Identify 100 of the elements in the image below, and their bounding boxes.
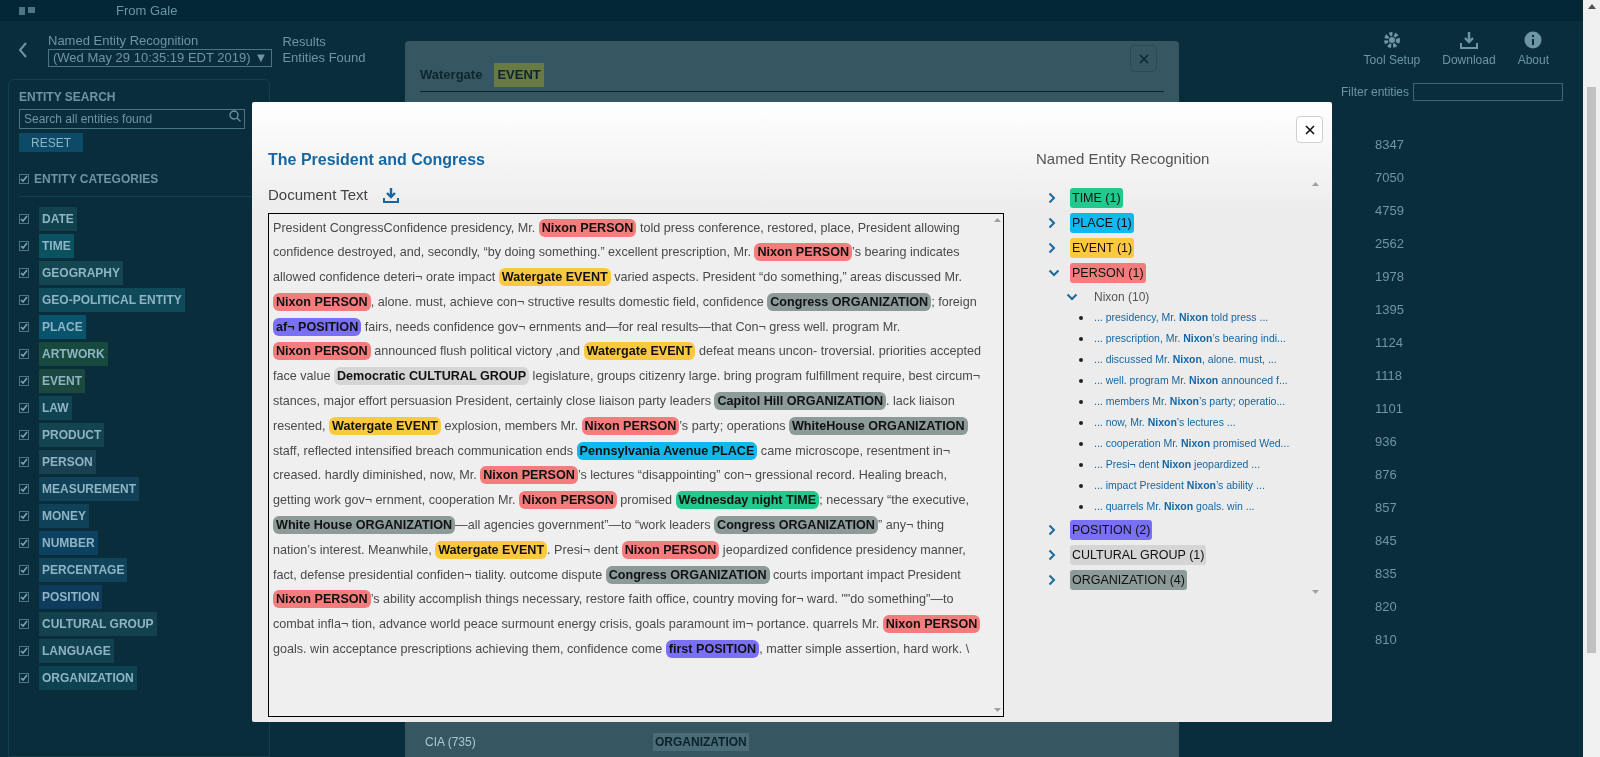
entity-tag[interactable]: Wednesday night TIME xyxy=(675,491,820,510)
category-tag[interactable]: POSITION (2) xyxy=(1070,519,1153,541)
entity-tag[interactable]: Nixon PERSON xyxy=(581,416,680,435)
entity-tag[interactable]: Watergate EVENT xyxy=(583,342,696,361)
checkbox[interactable] xyxy=(19,348,29,359)
toolbar-button[interactable]: About xyxy=(1517,31,1549,69)
checkbox[interactable] xyxy=(19,591,29,602)
chevron-down-icon[interactable] xyxy=(1066,292,1078,301)
entity-tag[interactable]: Nixon PERSON xyxy=(273,292,371,311)
scrollbar-thumb[interactable] xyxy=(1587,87,1596,653)
entity-name[interactable]: Nixon (10) xyxy=(1094,287,1150,306)
context-snippet[interactable]: ... members Mr. Nixon’s party; operatio... xyxy=(1094,394,1286,410)
category-label[interactable]: PERSON xyxy=(39,449,96,474)
checkbox[interactable] xyxy=(19,618,29,629)
entity-link[interactable]: CIA (735) xyxy=(425,733,653,751)
category-label[interactable]: MONEY xyxy=(39,503,89,528)
entity-tag[interactable]: Nixon PERSON xyxy=(882,615,981,634)
search-field[interactable]: Search all entities found xyxy=(19,109,245,129)
category-tag[interactable]: PLACE (1) xyxy=(1070,212,1134,234)
entity-tag[interactable]: Watergate EVENT xyxy=(435,540,548,559)
entity-tag[interactable]: Nixon PERSON xyxy=(621,540,720,559)
context-snippet[interactable]: ... Presi¬ dent Nixon jeopardized ... xyxy=(1094,457,1261,473)
category-tag[interactable]: TIME (1) xyxy=(1070,187,1123,209)
category-tag[interactable]: ORGANIZATION (4) xyxy=(1070,569,1187,591)
context-snippet[interactable]: ... discussed Mr. Nixon, alone. must, ... xyxy=(1094,352,1277,368)
date-select[interactable]: (Wed May 29 10:35:19 EDT 2019) ▼ xyxy=(48,49,273,67)
category-label[interactable]: GEO-POLITICAL ENTITY xyxy=(39,287,185,312)
checkbox[interactable] xyxy=(19,174,29,184)
entity-tag[interactable]: Congress ORGANIZATION xyxy=(714,516,878,535)
category-tag[interactable]: CULTURAL GROUP (1) xyxy=(1070,544,1207,566)
entity-tag[interactable]: Democratic CULTURAL GROUP xyxy=(333,367,530,386)
category-label[interactable]: PLACE xyxy=(39,314,86,339)
checkbox[interactable] xyxy=(19,321,29,332)
entity-tag[interactable]: Congress ORGANIZATION xyxy=(767,292,932,311)
chevron-right-icon[interactable] xyxy=(1048,574,1056,586)
category-label[interactable]: PERCENTAGE xyxy=(39,557,128,582)
entity-tag[interactable]: Congress ORGANIZATION xyxy=(605,565,770,584)
chevron-right-icon[interactable] xyxy=(1048,192,1056,204)
context-snippet[interactable]: ... presidency, Mr. Nixon told press ... xyxy=(1094,310,1269,326)
category-label[interactable]: PRODUCT xyxy=(39,422,105,447)
category-tag[interactable]: EVENT (1) xyxy=(1070,237,1135,259)
chevron-right-icon[interactable] xyxy=(1048,549,1056,561)
entity-tag[interactable]: Nixon PERSON xyxy=(538,218,637,237)
category-label[interactable]: MEASUREMENT xyxy=(39,476,139,501)
category-label[interactable]: ARTWORK xyxy=(39,341,108,366)
checkbox[interactable] xyxy=(19,456,29,467)
category-label[interactable]: TIME xyxy=(39,233,74,258)
entity-tag[interactable]: first POSITION xyxy=(665,640,760,659)
category-label[interactable]: EVENT xyxy=(39,368,85,393)
category-label[interactable]: LANGUAGE xyxy=(39,638,114,663)
checkbox[interactable] xyxy=(19,429,29,440)
download-icon[interactable] xyxy=(382,186,399,204)
entity-tag[interactable]: Pennsylvania Avenue PLACE xyxy=(576,441,758,460)
toolbar-button[interactable]: Tool Setup xyxy=(1363,31,1421,69)
category-label[interactable]: DATE xyxy=(39,206,77,231)
checkbox[interactable] xyxy=(19,402,29,413)
entity-tag[interactable]: Nixon PERSON xyxy=(273,342,371,361)
checkbox[interactable] xyxy=(19,294,29,305)
checkbox[interactable] xyxy=(19,375,29,386)
chevron-right-icon[interactable] xyxy=(1048,217,1056,229)
context-snippet[interactable]: ... prescription, Mr. Nixon’s bearing indi... xyxy=(1094,331,1286,347)
context-snippet[interactable]: ... cooperation Mr. Nixon promised Wed... xyxy=(1094,436,1290,452)
chevron-right-icon[interactable] xyxy=(1048,242,1056,254)
context-snippet[interactable]: ... well. program Mr. Nixon announced f... xyxy=(1094,373,1288,389)
checkbox[interactable] xyxy=(19,537,29,548)
chevron-right-icon[interactable] xyxy=(1048,524,1056,536)
checkbox[interactable] xyxy=(19,267,29,278)
chevron-down-icon[interactable] xyxy=(1048,269,1060,277)
entity-tag[interactable]: af¬ POSITION xyxy=(273,317,362,336)
category-tag[interactable]: PERSON (1) xyxy=(1070,262,1146,284)
entity-tag[interactable]: Watergate EVENT xyxy=(498,268,611,287)
checkbox[interactable] xyxy=(19,672,29,683)
category-label[interactable]: LAW xyxy=(39,395,72,420)
page-scrollbar[interactable] xyxy=(1583,0,1600,757)
category-label[interactable]: POSITION xyxy=(39,584,103,609)
toolbar-button[interactable]: Download xyxy=(1442,31,1496,69)
category-label[interactable]: ORGANIZATION xyxy=(39,665,137,690)
entity-tag[interactable]: Watergate EVENT xyxy=(329,416,441,435)
category-label[interactable]: NUMBER xyxy=(39,530,98,555)
reset-button[interactable]: RESET xyxy=(19,133,83,152)
back-icon[interactable] xyxy=(18,42,28,58)
context-snippet[interactable]: ... quarrels Mr. Nixon goals. win ... xyxy=(1094,499,1255,515)
category-label[interactable]: CULTURAL GROUP xyxy=(39,611,157,636)
checkbox[interactable] xyxy=(19,240,29,251)
checkbox[interactable] xyxy=(19,564,29,575)
scroll-up-icon[interactable] xyxy=(1587,4,1596,9)
category-label[interactable]: GEOGRAPHY xyxy=(39,260,123,285)
filter-field[interactable] xyxy=(1413,83,1563,101)
entity-tag[interactable]: Nixon PERSON xyxy=(480,466,578,485)
entity-tag[interactable]: WhiteHouse ORGANIZATION xyxy=(788,416,968,435)
checkbox[interactable] xyxy=(19,510,29,521)
context-snippet[interactable]: ... impact President Nixon’s ability ... xyxy=(1094,478,1265,494)
checkbox[interactable] xyxy=(19,213,29,224)
checkbox[interactable] xyxy=(19,645,29,656)
entity-tag[interactable]: White House ORGANIZATION xyxy=(273,516,456,535)
entity-tag[interactable]: Nixon PERSON xyxy=(519,491,617,510)
entity-tag[interactable]: Capitol Hill ORGANIZATION xyxy=(714,392,887,411)
entity-tag[interactable]: Nixon PERSON xyxy=(273,590,371,609)
entity-tag[interactable]: Nixon PERSON xyxy=(754,243,853,262)
context-snippet[interactable]: ... now, Mr. Nixon’s lectures ... xyxy=(1094,415,1236,431)
